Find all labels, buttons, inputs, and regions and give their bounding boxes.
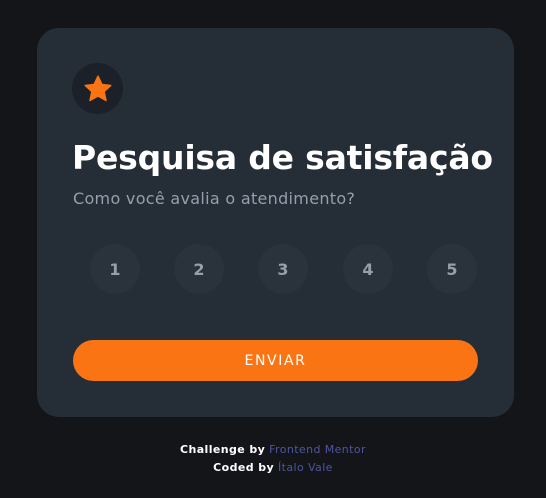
star-icon-badge <box>72 63 123 114</box>
rating-button-1[interactable]: 1 <box>90 244 140 294</box>
star-icon <box>84 75 111 101</box>
attribution-coded-line: Coded by Ítalo Vale <box>0 459 546 477</box>
rating-card: Pesquisa de satisfação Como você avalia … <box>37 28 514 417</box>
rating-button-5[interactable]: 5 <box>427 244 477 294</box>
author-link[interactable]: Ítalo Vale <box>278 461 333 474</box>
attribution-challenge-line: Challenge by Frontend Mentor <box>0 441 546 459</box>
attribution-challenge-prefix: Challenge by <box>180 443 266 456</box>
attribution: Challenge by Frontend Mentor Coded by Ít… <box>0 441 546 477</box>
rating-options: 1 2 3 4 5 <box>90 244 477 295</box>
page-subtitle: Como você avalia o atendimento? <box>73 189 356 208</box>
attribution-coded-prefix: Coded by <box>213 461 275 474</box>
frontend-mentor-link[interactable]: Frontend Mentor <box>269 443 366 456</box>
page-title: Pesquisa de satisfação <box>72 138 493 177</box>
submit-button[interactable]: ENVIAR <box>73 340 478 381</box>
rating-button-4[interactable]: 4 <box>343 244 393 294</box>
rating-button-2[interactable]: 2 <box>174 244 224 294</box>
rating-button-3[interactable]: 3 <box>258 244 308 294</box>
